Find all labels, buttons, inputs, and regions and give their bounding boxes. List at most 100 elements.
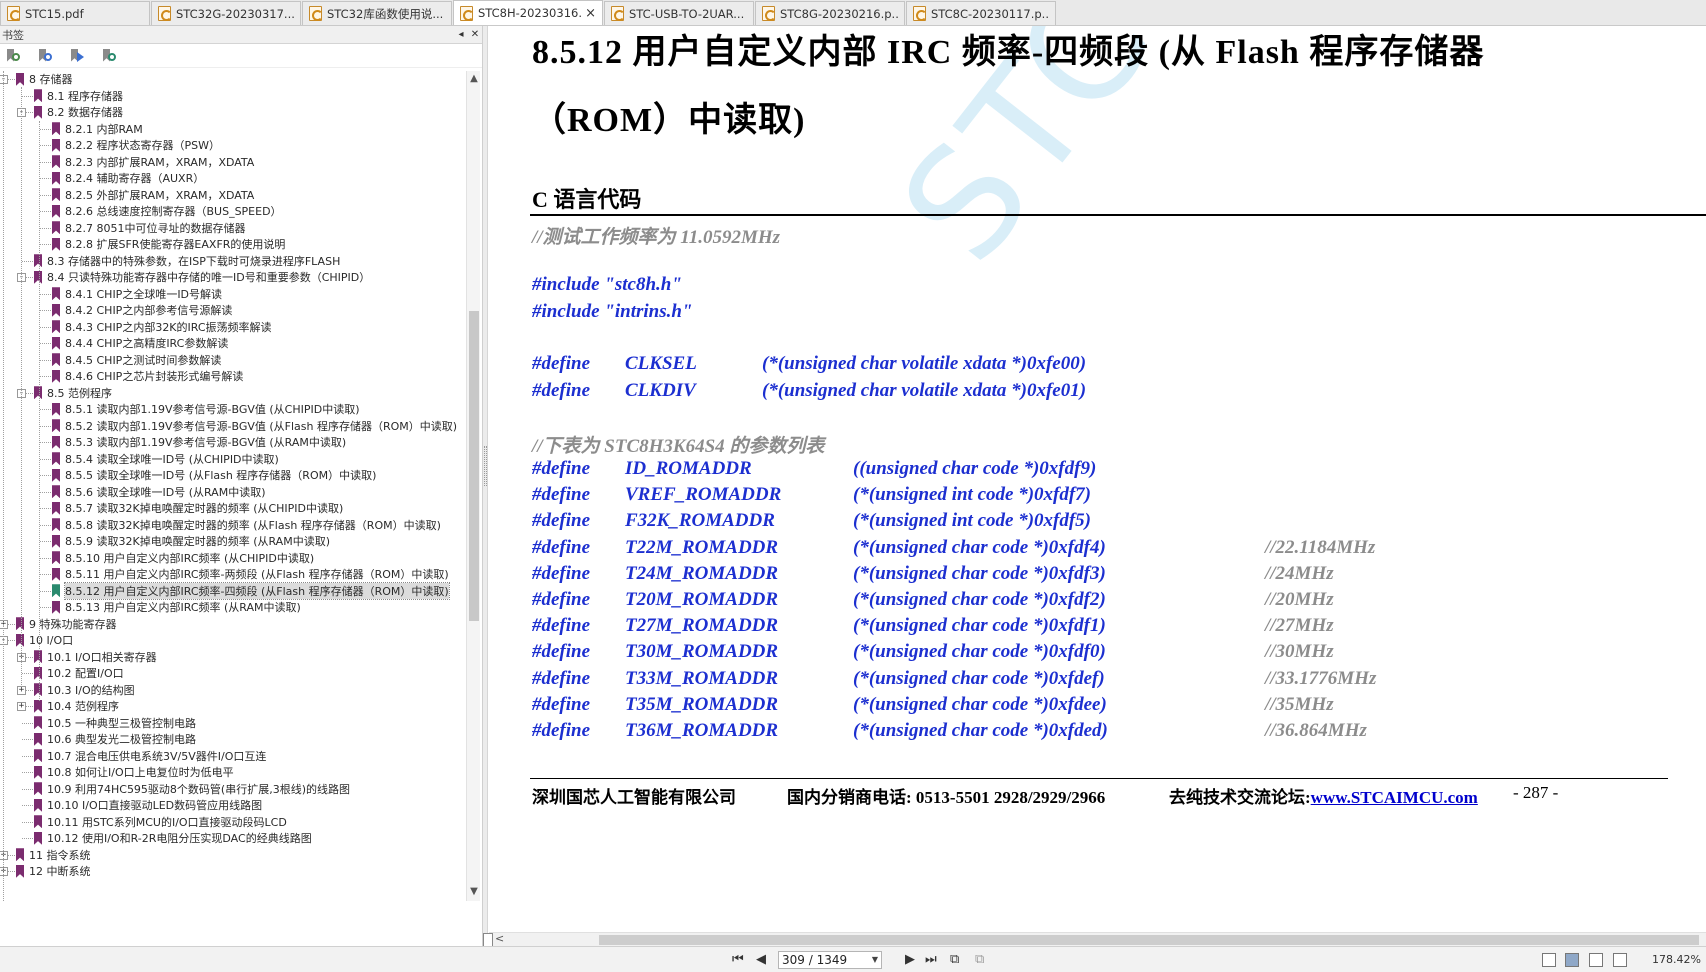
horizontal-scroll-thumb[interactable]: [599, 935, 1699, 945]
prev-page-icon[interactable]: ◀: [756, 952, 766, 967]
tab-document[interactable]: STC8C-20230117.p...: [906, 1, 1056, 25]
bookmark-item[interactable]: 10.11 用STC系列MCU的I/O口直接驱动段码LCD: [34, 814, 287, 831]
bookmark-item[interactable]: 8.1 程序存储器: [34, 88, 123, 105]
bookmark-item[interactable]: 8.4.5 CHIP之测试时间参数解读: [52, 352, 221, 369]
bookmark-item[interactable]: 10.1 I/O口相关寄存器: [34, 649, 157, 666]
bookmark-item[interactable]: 10.6 典型发光二极管控制电路: [34, 731, 196, 748]
page-dropdown-icon[interactable]: ▼: [872, 952, 878, 968]
bookmark-item[interactable]: 10 I/O口: [16, 632, 73, 649]
bookmark-item[interactable]: 8.2.7 8051中可位寻址的数据存储器: [52, 220, 245, 237]
expand-icon[interactable]: +: [0, 619, 8, 629]
bookmark-item[interactable]: 8.5.2 读取内部1.19V参考信号源-BGV值 (从Flash 程序存储器（…: [52, 418, 457, 435]
add-bookmark-icon[interactable]: [100, 47, 118, 65]
bookmark-item[interactable]: 8.5.1 读取内部1.19V参考信号源-BGV值 (从CHIPID中读取): [52, 401, 360, 418]
bookmark-item[interactable]: 8.5.3 读取内部1.19V参考信号源-BGV值 (从RAM中读取): [52, 434, 346, 451]
tab-label: STC32G-20230317....: [176, 6, 294, 21]
collapse-panel-button[interactable]: ◂: [454, 29, 468, 40]
expand-icon[interactable]: +: [17, 702, 26, 711]
bookmark-item[interactable]: 8.2.6 总线速度控制寄存器（BUS_SPEED）: [52, 203, 282, 220]
tab-document[interactable]: STC32G-20230317....: [151, 1, 301, 25]
bookmark-item[interactable]: 8.5.9 读取32K掉电唤醒定时器的频率 (从RAM中读取): [52, 533, 330, 550]
bookmark-item[interactable]: 10.4 范例程序: [34, 698, 119, 715]
bookmark-item[interactable]: 8.4 只读特殊功能寄存器中存储的唯一ID号和重要参数（CHIPID）: [34, 269, 370, 286]
bookmark-item[interactable]: 8.4.6 CHIP之芯片封装形式编号解读: [52, 368, 243, 385]
tab-document[interactable]: STC32库函数使用说...: [302, 1, 452, 25]
bookmark-item[interactable]: 8.3 存储器中的特殊参数，在ISP下载时可烧录进程序FLASH: [34, 253, 340, 270]
tab-document[interactable]: STC8G-20230216.p...: [755, 1, 905, 25]
tab-document[interactable]: STC8H-20230316.pd...×: [453, 0, 603, 25]
last-page-icon[interactable]: ⏭: [925, 952, 937, 967]
close-tab-icon[interactable]: ×: [585, 6, 596, 21]
bookmark-scrollbar[interactable]: ▲ ▼: [466, 71, 480, 901]
forward-view-icon[interactable]: ⧉: [975, 952, 984, 967]
bookmark-item[interactable]: 8.5.12 用户自定义内部IRC频率-四频段 (从Flash 程序存储器（RO…: [52, 581, 450, 600]
find-bookmark-icon[interactable]: [36, 47, 54, 65]
bookmark-item[interactable]: 10.8 如何让I/O口上电复位时为低电平: [34, 764, 234, 781]
scroll-down-icon[interactable]: ▼: [467, 886, 481, 897]
bookmark-item[interactable]: 10.5 一种典型三极管控制电路: [34, 715, 196, 732]
bookmark-item[interactable]: 8.4.4 CHIP之高精度IRC参数解读: [52, 335, 228, 352]
single-page-view-icon[interactable]: [1542, 953, 1556, 967]
expand-icon[interactable]: +: [0, 850, 8, 860]
bookmark-item[interactable]: 8.4.1 CHIP之全球唯一ID号解读: [52, 286, 222, 303]
tab-label: STC32库函数使用说...: [327, 6, 444, 21]
bookmark-item[interactable]: 8.5.6 读取全球唯一ID号 (从RAM中读取): [52, 484, 266, 501]
bookmark-item[interactable]: 10.2 配置I/O口: [34, 665, 124, 682]
bookmark-item[interactable]: 11 指令系统: [16, 847, 91, 864]
bookmark-item[interactable]: 10.3 I/O的结构图: [34, 682, 135, 699]
bookmark-item[interactable]: 8.2.2 程序状态寄存器（PSW）: [52, 137, 220, 154]
bookmark-item[interactable]: 8.5 范例程序: [34, 385, 112, 402]
bookmark-icon: [52, 452, 60, 466]
panel-splitter[interactable]: [483, 26, 488, 946]
bookmark-item[interactable]: 10.7 混合电压供电系统3V/5V器件I/O口互连: [34, 748, 266, 765]
scroll-left-icon[interactable]: <: [495, 932, 504, 945]
bookmark-item[interactable]: 8.4.3 CHIP之内部32K的IRC振荡频率解读: [52, 319, 272, 336]
bookmark-item[interactable]: 8 存储器: [16, 71, 73, 88]
tab-document[interactable]: STC-USB-TO-2UAR...: [604, 1, 754, 25]
bookmark-item[interactable]: 8.2 数据存储器: [34, 104, 123, 121]
back-view-icon[interactable]: ⧉: [950, 952, 959, 967]
bookmark-scroll-thumb[interactable]: [469, 311, 479, 621]
tab-document[interactable]: STC15.pdf: [0, 1, 150, 25]
facing-view-icon[interactable]: [1589, 953, 1603, 967]
bookmark-item[interactable]: 10.10 I/O口直接驱动LED数码管应用线路图: [34, 797, 262, 814]
bookmark-icon: [52, 221, 60, 235]
document-view[interactable]: STC 8.5.12 用户自定义内部 IRC 频率-四频段 (从 Flash 程…: [489, 26, 1706, 932]
bookmark-item[interactable]: 8.2.1 内部RAM: [52, 121, 143, 138]
bookmark-item[interactable]: 10.9 利用74HC595驱动8个数码管(串行扩展,3根线)的线路图: [34, 781, 350, 798]
expand-bookmark-icon[interactable]: [4, 47, 22, 65]
bookmark-item[interactable]: 8.2.5 外部扩展RAM，XRAM，XDATA: [52, 187, 254, 204]
expand-icon[interactable]: +: [0, 867, 8, 876]
bookmark-icon: [34, 270, 42, 284]
bookmark-item[interactable]: 8.5.8 读取32K掉电唤醒定时器的频率 (从Flash 程序存储器（ROM）…: [52, 517, 441, 534]
bookmark-icon: [34, 749, 42, 763]
bookmark-item[interactable]: 8.5.11 用户自定义内部IRC频率-两频段 (从Flash 程序存储器（RO…: [52, 566, 449, 583]
bookmark-item[interactable]: 8.5.4 读取全球唯一ID号 (从CHIPID中读取): [52, 451, 279, 468]
bookmark-item[interactable]: 8.5.10 用户自定义内部IRC频率 (从CHIPID中读取): [52, 550, 314, 567]
first-page-icon[interactable]: ⏮: [732, 952, 744, 967]
collapse-icon[interactable]: -: [0, 636, 8, 645]
bookmark-label: 12 中断系统: [29, 865, 91, 879]
bookmark-item[interactable]: 8.2.8 扩展SFR使能寄存器EAXFR的使用说明: [52, 236, 285, 253]
code-define-keyword: #define: [532, 458, 591, 479]
continuous-facing-view-icon[interactable]: [1613, 953, 1627, 967]
goto-bookmark-icon[interactable]: [68, 47, 86, 65]
bookmark-item[interactable]: 8.5.13 用户自定义内部IRC频率 (从RAM中读取): [52, 599, 301, 616]
collapse-icon[interactable]: -: [0, 75, 8, 84]
bookmark-item[interactable]: 9 特殊功能寄存器: [16, 616, 117, 633]
bookmark-item[interactable]: 8.4.2 CHIP之内部参考信号源解读: [52, 302, 232, 319]
zoom-level[interactable]: 178.42%: [1652, 953, 1701, 966]
bookmark-item[interactable]: 8.2.3 内部扩展RAM，XRAM，XDATA: [52, 154, 254, 171]
scroll-up-icon[interactable]: ▲: [467, 73, 481, 84]
bookmark-item[interactable]: 12 中断系统: [16, 863, 91, 880]
bookmark-item[interactable]: 8.5.5 读取全球唯一ID号 (从Flash 程序存储器（ROM）中读取): [52, 467, 376, 484]
next-page-icon[interactable]: ▶: [905, 952, 915, 967]
horizontal-scrollbar[interactable]: <: [483, 932, 1706, 947]
close-panel-button[interactable]: ✕: [468, 29, 482, 40]
continuous-view-icon[interactable]: [1565, 953, 1579, 967]
forum-link[interactable]: www.STCAIMCU.com: [1311, 788, 1478, 807]
bookmark-item[interactable]: 10.12 使用I/O和R-2R电阻分压实现DAC的经典线路图: [34, 830, 312, 847]
page-number-input[interactable]: 309 / 1349 ▼: [778, 951, 882, 969]
bookmark-item[interactable]: 8.2.4 辅助寄存器（AUXR）: [52, 170, 204, 187]
bookmark-item[interactable]: 8.5.7 读取32K掉电唤醒定时器的频率 (从CHIPID中读取): [52, 500, 343, 517]
